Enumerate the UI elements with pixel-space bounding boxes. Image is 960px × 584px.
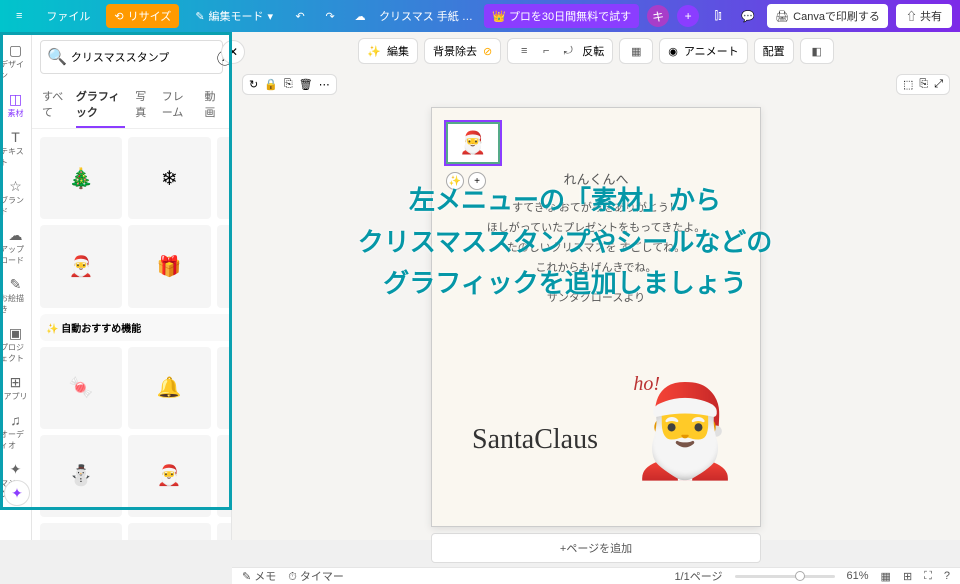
document-title[interactable]: クリスマス 手紙 サンタクロース ヴィンテージ クラシック 便箋 …	[379, 8, 476, 24]
fullscreen-icon[interactable]: ⛶	[924, 570, 932, 583]
canvas-page[interactable]: 🎅 ✨ + れんくんへ すてきな おてがみをありがとう！ ほしがっていたプレゼン…	[431, 107, 761, 527]
canvas-area: ✨編集 背景除去⊘ ≡⌐⤾反転 ▦ ◉アニメート 配置 ◧ ↻🔒⎘🗑⋯ ⬚⎘⤢ …	[232, 32, 960, 540]
stamp-result[interactable]: 🎄	[217, 347, 232, 429]
iconbar-item-7[interactable]: ⊞アプリ	[0, 370, 31, 406]
grid-view-icon[interactable]: ▦	[881, 570, 891, 583]
crop-button[interactable]: ▦	[619, 38, 653, 64]
search-icon: 🔍	[47, 47, 67, 67]
zoom-value[interactable]: 61%	[847, 570, 869, 582]
iconbar-item-4[interactable]: ☁アップロード	[0, 223, 31, 270]
line-tools[interactable]: ≡⌐⤾反転	[507, 38, 613, 64]
editmode-button[interactable]: ✎編集モード▾	[187, 4, 281, 28]
stamp-result[interactable]: ❄	[128, 137, 210, 219]
add-button[interactable]: +	[677, 5, 699, 27]
iconbar-item-1[interactable]: ◫素材	[0, 87, 31, 123]
search-input[interactable]: 🔍 ⓧ ☰	[40, 40, 223, 74]
stamp-element[interactable]: 🎅	[446, 122, 500, 164]
category-tabs: すべてグラフィック写真フレーム動画	[32, 82, 231, 129]
tab-3[interactable]: フレーム	[162, 82, 195, 128]
tab-0[interactable]: すべて	[42, 82, 66, 128]
letter-text[interactable]: れんくんへ すてきな おてがみをありがとう！ ほしがっていたプレゼントをもってき…	[462, 168, 730, 308]
timer-button[interactable]: ⏱ タイマー	[288, 568, 344, 584]
elements-panel: ✕ 🔍 ⓧ ☰ すべてグラフィック写真フレーム動画 🎄❄🦌🎅🎁⛄✨ 自動おすすめ…	[32, 32, 232, 540]
resize-button[interactable]: ⟲リサイズ	[106, 4, 179, 28]
topbar: ≡ ファイル ⟲リサイズ ✎編集モード▾ ↶ ↷ ☁ クリスマス 手紙 サンタク…	[0, 0, 960, 32]
stamp-result[interactable]: 🎄	[40, 137, 122, 219]
search-field[interactable]	[71, 51, 213, 63]
cloud-sync-icon[interactable]: ☁	[349, 5, 371, 27]
panel-close-button[interactable]: ✕	[221, 40, 245, 64]
stamp-result[interactable]: 🦌	[217, 137, 232, 219]
signature-text[interactable]: SantaClaus	[472, 424, 598, 456]
stamp-result[interactable]: ❄	[217, 435, 232, 517]
add-page-button[interactable]: +ページを追加	[431, 533, 761, 563]
stamp-result[interactable]: 🔔	[128, 347, 210, 429]
share-button[interactable]: ⇧ 共有	[896, 4, 952, 28]
ai-fab-button[interactable]: ✦	[4, 480, 30, 506]
position-button[interactable]: 配置	[754, 38, 794, 64]
edit-button[interactable]: ✨編集	[358, 38, 418, 64]
stamp-result[interactable]: ⛄	[40, 523, 122, 540]
bgremove-button[interactable]: 背景除去⊘	[424, 38, 501, 64]
undo-icon[interactable]: ↶	[289, 5, 311, 27]
comment-icon[interactable]: 💬	[737, 5, 759, 27]
stamp-result[interactable]: 🎄	[128, 523, 210, 540]
stamp-result[interactable]: 🚚	[217, 523, 232, 540]
results-grid: 🎄❄🦌🎅🎁⛄✨ 自動おすすめ機能すべて表示🍬🔔🎄⛄🎅❄⛄🎄🚚BEFORE⛄🍭🔴🧦	[32, 129, 231, 540]
memo-button[interactable]: ✎ メモ	[242, 568, 276, 584]
stamp-result[interactable]: 🎅	[40, 225, 122, 307]
page-view-actions[interactable]: ⬚⎘⤢	[896, 74, 950, 95]
page-indicator[interactable]: 1/1ページ	[674, 568, 722, 584]
iconbar-item-8[interactable]: ♫オーディオ	[0, 408, 31, 455]
auto-recommend[interactable]: ✨ 自動おすすめ機能すべて表示	[40, 314, 231, 341]
tab-1[interactable]: グラフィック	[76, 82, 125, 128]
transparency-button[interactable]: ◧	[800, 38, 834, 64]
menu-button[interactable]: ≡	[8, 6, 30, 26]
stamp-result[interactable]: 🎅	[128, 435, 210, 517]
avatar[interactable]: キ	[647, 5, 669, 27]
iconbar-item-6[interactable]: ▣プロジェクト	[0, 321, 31, 368]
stamp-result[interactable]: ⛄	[40, 435, 122, 517]
file-button[interactable]: ファイル	[38, 4, 98, 28]
stamp-result[interactable]: ⛄	[217, 225, 232, 307]
redo-icon[interactable]: ↷	[319, 5, 341, 27]
iconbar-item-2[interactable]: Tテキスト	[0, 125, 31, 172]
zoom-slider[interactable]	[735, 575, 835, 578]
bottombar: ✎ メモ ⏱ タイマー 1/1ページ 61% ▦ ⊞ ⛶ ?	[232, 567, 960, 584]
help-icon[interactable]: ?	[944, 570, 950, 582]
left-iconbar: ▢デザイン◫素材Tテキスト☆ブランド☁アップロード✎お絵描き▣プロジェクト⊞アプ…	[0, 32, 32, 540]
print-button[interactable]: 🖨Canvaで印刷する	[767, 4, 888, 28]
thumbnail-view-icon[interactable]: ⊞	[903, 570, 912, 583]
page-actions[interactable]: ↻🔒⎘🗑⋯	[242, 74, 337, 95]
stamp-result[interactable]: 🍬	[40, 347, 122, 429]
iconbar-item-5[interactable]: ✎お絵描き	[0, 272, 31, 319]
analytics-icon[interactable]: ⫿⫾	[707, 5, 729, 27]
try-pro-button[interactable]: 👑 プロを30日間無料で試す	[484, 4, 639, 28]
santa-illustration[interactable]: 🎅	[620, 356, 750, 506]
stamp-result[interactable]: 🎁	[128, 225, 210, 307]
tab-4[interactable]: 動画	[204, 82, 221, 128]
animate-button[interactable]: ◉アニメート	[659, 38, 747, 64]
iconbar-item-3[interactable]: ☆ブランド	[0, 174, 31, 221]
context-toolbar: ✨編集 背景除去⊘ ≡⌐⤾反転 ▦ ◉アニメート 配置 ◧	[232, 32, 960, 70]
iconbar-item-0[interactable]: ▢デザイン	[0, 38, 31, 85]
tab-2[interactable]: 写真	[135, 82, 152, 128]
